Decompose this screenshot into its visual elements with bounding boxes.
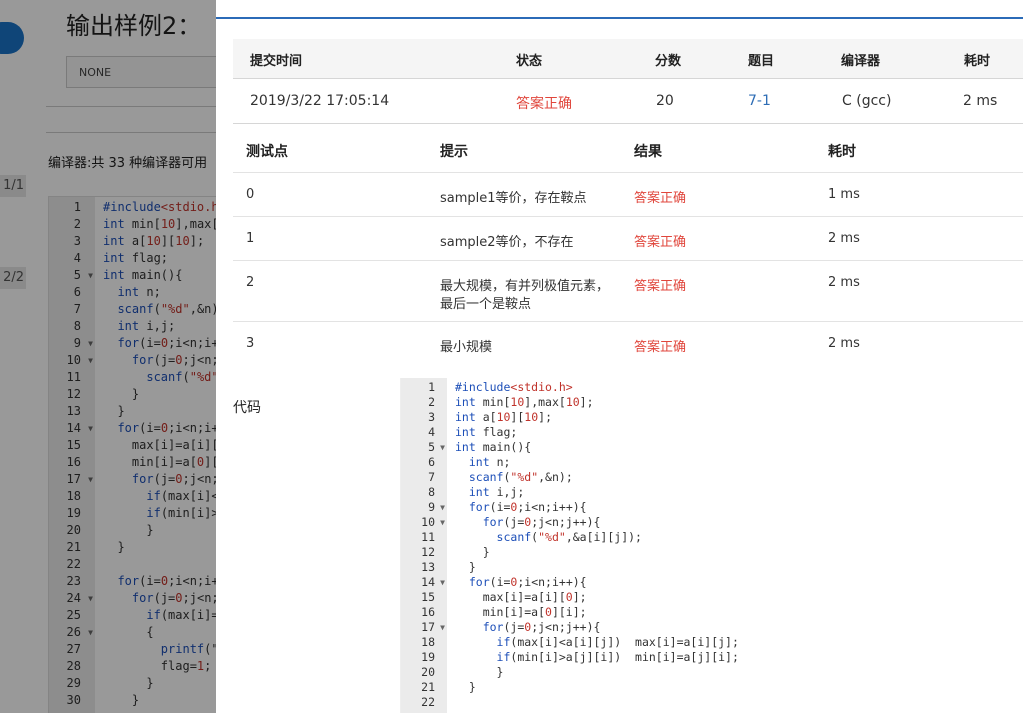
- modal-line-number: 17 ▼: [421, 620, 445, 635]
- modal-code-line: for(i=0;i<n;i++){: [468, 575, 587, 589]
- modal-line-number: 2: [428, 395, 435, 409]
- test-hint: sample1等价，存在鞍点: [440, 191, 587, 206]
- modal-top-border: [216, 17, 1023, 19]
- header-status: 状态: [516, 54, 543, 69]
- modal-code-line: scanf("%d",&n);: [468, 470, 573, 484]
- header-submit-time: 提交时间: [250, 54, 303, 69]
- modal-line-number: 8: [428, 485, 435, 499]
- submission-row: 2019/3/22 17:05:14 答案正确 20 7-1 C (gcc) 2…: [233, 79, 1023, 124]
- modal-code-line: for(j=0;j<n;j++){: [482, 515, 601, 529]
- code-label: 代码: [233, 400, 261, 416]
- submission-table: 提交时间 状态 分数 题目 编译器 耗时 2019/3/22 17:05:14 …: [233, 39, 1023, 124]
- modal-line-number: 7: [428, 470, 435, 484]
- modal-code-line: #include<stdio.h>: [455, 380, 573, 394]
- modal-line-number: 18: [421, 635, 435, 649]
- header-hint: 提示: [440, 144, 468, 160]
- line-numbers: 1 2 3 4 5 ▼ 6 7 8 9 ▼ 10 ▼ 11 12 13 14 ▼ 15 16 17 ▼ 18 19 20 21 22: [401, 380, 447, 710]
- fold-arrow-icon[interactable]: ▼: [440, 500, 445, 515]
- test-row: 1 sample2等价，不存在 答案正确 2 ms: [233, 217, 1023, 261]
- modal-line-number: 20: [421, 665, 435, 679]
- submit-duration: 2 ms: [963, 93, 998, 109]
- fold-arrow-icon[interactable]: ▼: [440, 440, 445, 455]
- modal-line-number: 5 ▼: [428, 440, 445, 455]
- modal-code-line: max[i]=a[i][0];: [455, 590, 587, 604]
- submit-score: 20: [656, 93, 674, 109]
- fold-arrow-icon[interactable]: ▼: [440, 515, 445, 530]
- modal-code-line: int min[10],max[10];: [455, 395, 594, 409]
- test-hint: sample2等价，不存在: [440, 235, 574, 250]
- modal-code-line: }: [455, 680, 476, 694]
- modal-code-line: int a[10][10];: [455, 410, 552, 424]
- modal-line-number: 12: [421, 545, 435, 559]
- test-time: 2 ms: [828, 275, 860, 290]
- modal-line-number: 14 ▼: [421, 575, 445, 590]
- test-time: 1 ms: [828, 187, 860, 202]
- test-row: 3 最小规模 答案正确 2 ms: [233, 322, 1023, 365]
- header-test-id: 测试点: [246, 144, 288, 160]
- test-result: 答案正确: [634, 279, 687, 294]
- test-result: 答案正确: [634, 340, 687, 355]
- modal-code-line: }: [455, 665, 504, 679]
- header-duration: 耗时: [964, 54, 991, 69]
- test-time: 2 ms: [828, 336, 860, 351]
- header-result: 结果: [634, 144, 662, 160]
- test-id: 3: [246, 336, 255, 351]
- modal-line-number: 13: [421, 560, 435, 574]
- modal-code-line: for(i=0;i<n;i++){: [468, 500, 587, 514]
- modal-code-line: scanf("%d",&a[i][j]);: [496, 530, 642, 544]
- test-hint-line2: 最后一个是鞍点: [440, 297, 532, 312]
- test-row: 2 最大规模，有并列极值元素， 最后一个是鞍点 答案正确 2 ms: [233, 261, 1023, 322]
- modal-line-number: 16: [421, 605, 435, 619]
- modal-line-number: 19: [421, 650, 435, 664]
- tests-header-row: 测试点 提示 结果 耗时: [233, 126, 1023, 173]
- modal-code-line: int i,j;: [468, 485, 525, 499]
- problem-link[interactable]: 7-1: [748, 93, 771, 109]
- header-problem: 题目: [748, 54, 775, 69]
- test-hint: 最小规模: [440, 340, 493, 355]
- test-id: 2: [246, 275, 255, 290]
- modal-line-number: 1: [428, 380, 435, 394]
- code-viewer[interactable]: 1 2 3 4 5 ▼ 6 7 8 9 ▼ 10 ▼ 11 12 13 14 ▼ 15 16 17 ▼ 18 19 20 21 22…: [400, 378, 1021, 713]
- modal-line-number: 15: [421, 590, 435, 604]
- modal-code-line: int n;: [468, 455, 511, 469]
- submission-header-row: 提交时间 状态 分数 题目 编译器 耗时: [233, 39, 1023, 79]
- modal-code-line: }: [455, 560, 476, 574]
- test-hint: 最大规模，有并列极值元素，: [440, 279, 610, 294]
- test-id: 1: [246, 231, 255, 246]
- fold-arrow-icon[interactable]: ▼: [440, 620, 445, 635]
- modal-line-number: 10 ▼: [421, 515, 445, 530]
- submission-detail-modal: 提交时间 状态 分数 题目 编译器 耗时 2019/3/22 17:05:14 …: [216, 0, 1023, 713]
- submit-time: 2019/3/22 17:05:14: [250, 93, 390, 109]
- modal-code-line: }: [455, 545, 490, 559]
- test-row: 0 sample1等价，存在鞍点 答案正确 1 ms: [233, 173, 1023, 217]
- test-result: 答案正确: [634, 191, 687, 206]
- modal-code-line: min[i]=a[0][i];: [455, 605, 587, 619]
- modal-code-line: int main(){: [455, 440, 532, 454]
- header-score: 分数: [655, 54, 682, 69]
- modal-code-line: if(max[i]<a[i][j]) max[i]=a[i][j];: [496, 635, 739, 649]
- code-text: #include<stdio.h>int min[10],max[10];int…: [455, 380, 739, 710]
- modal-line-number: 9 ▼: [428, 500, 445, 515]
- fold-arrow-icon[interactable]: ▼: [440, 575, 445, 590]
- test-time: 2 ms: [828, 231, 860, 246]
- modal-line-number: 6: [428, 455, 435, 469]
- modal-line-number: 11: [421, 530, 435, 544]
- test-points-table: 测试点 提示 结果 耗时 0 sample1等价，存在鞍点 答案正确 1 ms …: [233, 126, 1023, 365]
- modal-code-line: int flag;: [455, 425, 518, 439]
- modal-code-line: [455, 695, 739, 710]
- modal-code-line: for(j=0;j<n;j++){: [482, 620, 601, 634]
- modal-code-line: if(min[i]>a[j][i]) min[i]=a[j][i];: [496, 650, 739, 664]
- modal-line-number: 4: [428, 425, 435, 439]
- header-compiler: 编译器: [841, 54, 881, 69]
- test-id: 0: [246, 187, 255, 202]
- modal-line-number: 21: [421, 680, 435, 694]
- modal-line-number: 22: [421, 695, 435, 709]
- modal-line-number: 3: [428, 410, 435, 424]
- header-test-time: 耗时: [828, 144, 856, 160]
- submit-compiler: C (gcc): [842, 93, 892, 109]
- test-result: 答案正确: [634, 235, 687, 250]
- submit-status: 答案正确: [516, 96, 572, 112]
